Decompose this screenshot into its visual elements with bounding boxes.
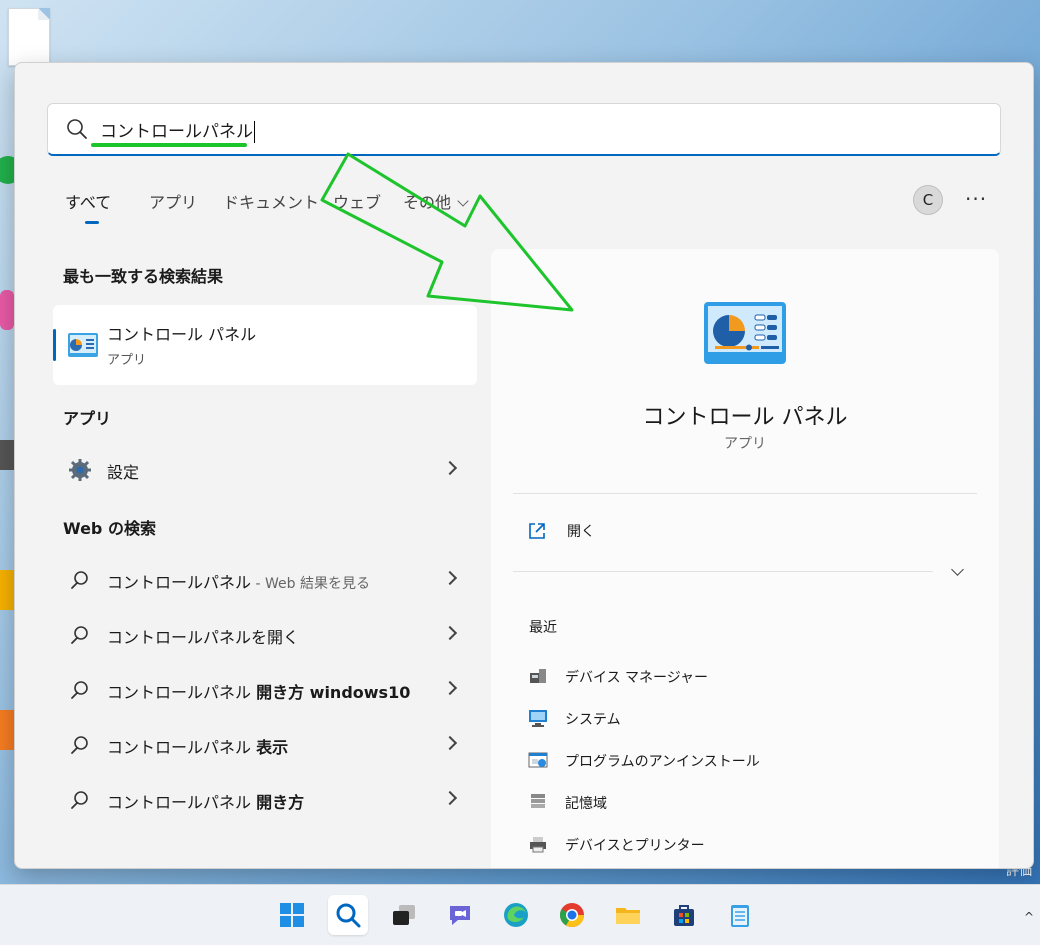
open-external-icon xyxy=(529,523,545,539)
device-manager-icon xyxy=(530,669,546,683)
storage-icon xyxy=(531,794,545,808)
chevron-right-icon[interactable] xyxy=(442,625,458,641)
recent-item-label: プログラムのアンインストール xyxy=(565,754,760,770)
web-result-label: コントロールパネル 開き方 windows10 xyxy=(107,683,411,702)
start-button[interactable] xyxy=(272,895,312,935)
web-search-heading: Web の検索 xyxy=(63,519,156,538)
detail-pane: コントロール パネル アプリ 開く 最近 デバイス マネージャー システム プロ… xyxy=(491,249,999,868)
store-icon xyxy=(674,905,694,926)
notepad-icon xyxy=(731,905,749,927)
divider xyxy=(513,493,977,494)
active-tab-indicator xyxy=(85,221,99,224)
gear-icon xyxy=(69,459,91,481)
edge-button[interactable] xyxy=(496,895,536,935)
chevron-right-icon[interactable] xyxy=(442,460,458,476)
search-icon xyxy=(71,791,88,809)
web-result-label: コントロールパネル - Web 結果を見る xyxy=(107,573,370,592)
best-match-heading: 最も一致する検索結果 xyxy=(63,267,224,286)
chrome-button[interactable] xyxy=(552,895,592,935)
tab-documents[interactable]: ドキュメント xyxy=(223,189,319,213)
taskbar-search-button[interactable] xyxy=(328,895,368,935)
teams-chat-button[interactable] xyxy=(440,895,480,935)
search-icon xyxy=(71,626,88,644)
web-result-label: コントロールパネルを開く xyxy=(107,628,300,647)
search-icon xyxy=(336,903,361,928)
search-icon xyxy=(71,681,88,699)
uninstall-icon xyxy=(528,752,548,768)
detail-subtitle: アプリ xyxy=(724,436,766,452)
control-panel-icon xyxy=(68,333,98,357)
task-view-button[interactable] xyxy=(384,895,424,935)
chevron-right-icon[interactable] xyxy=(442,570,458,586)
file-explorer-button[interactable] xyxy=(608,895,648,935)
web-result-1[interactable]: コントロールパネル - Web 結果を見る xyxy=(53,557,477,601)
web-result-3[interactable]: コントロールパネル 開き方 windows10 xyxy=(53,667,477,711)
edge-icon xyxy=(504,903,528,927)
windows-logo-icon xyxy=(280,903,304,927)
chevron-right-icon[interactable] xyxy=(442,790,458,806)
search-icon xyxy=(71,571,88,589)
web-result-2[interactable]: コントロールパネルを開く xyxy=(53,612,477,656)
tab-apps[interactable]: アプリ xyxy=(149,189,197,213)
app-result-label: 設定 xyxy=(107,463,140,482)
system-icon xyxy=(529,710,547,727)
web-result-4[interactable]: コントロールパネル 表示 xyxy=(53,722,477,766)
chevron-down-icon[interactable] xyxy=(951,563,964,576)
best-match-title: コントロール パネル xyxy=(107,325,257,344)
best-match-subtitle: アプリ xyxy=(107,353,147,368)
control-panel-icon xyxy=(704,302,786,364)
task-view-icon xyxy=(393,905,415,925)
search-icon xyxy=(71,736,88,754)
search-icon xyxy=(67,119,87,139)
notepad-button[interactable] xyxy=(720,895,760,935)
best-match-result[interactable]: コントロール パネル アプリ xyxy=(53,305,477,385)
apps-heading: アプリ xyxy=(63,409,112,428)
app-result-settings[interactable]: 設定 xyxy=(53,447,477,491)
tab-all[interactable]: すべて xyxy=(65,189,111,213)
chevron-right-icon[interactable] xyxy=(442,680,458,696)
recent-item-label: デバイス マネージャー xyxy=(565,670,709,686)
selection-accent xyxy=(53,329,56,361)
recent-item-label: システム xyxy=(565,712,621,728)
tab-web[interactable]: ウェブ xyxy=(333,189,381,213)
detail-title: コントロール パネル xyxy=(642,405,848,430)
search-flyout: コントロールパネル すべて アプリ ドキュメント ウェブ その他 C ··· 最… xyxy=(14,62,1034,869)
taskbar xyxy=(0,884,1040,945)
search-box[interactable]: コントロールパネル xyxy=(47,103,1001,156)
chrome-icon xyxy=(559,903,584,928)
chevron-down-icon xyxy=(457,195,469,207)
more-options-button[interactable]: ··· xyxy=(965,187,987,211)
web-result-label: コントロールパネル 表示 xyxy=(107,738,289,757)
tray-overflow-icon[interactable]: ^ xyxy=(1024,910,1034,924)
web-result-label: コントロールパネル 開き方 xyxy=(107,793,305,812)
printer-icon xyxy=(530,837,546,853)
search-input[interactable]: コントロールパネル xyxy=(100,117,255,143)
web-result-5[interactable]: コントロールパネル 開き方 xyxy=(53,777,477,821)
recent-heading: 最近 xyxy=(529,620,557,636)
account-avatar[interactable]: C xyxy=(913,185,943,215)
folder-icon xyxy=(616,908,640,924)
chevron-right-icon[interactable] xyxy=(442,735,458,751)
open-label: 開く xyxy=(567,524,595,540)
store-button[interactable] xyxy=(664,895,704,935)
tab-more[interactable]: その他 xyxy=(403,189,469,213)
recent-item-label: デバイスとプリンター xyxy=(565,838,705,854)
chat-icon xyxy=(450,906,470,925)
divider xyxy=(513,571,933,572)
annotation-underline xyxy=(91,143,247,147)
recent-item-label: 記憶域 xyxy=(565,796,607,812)
